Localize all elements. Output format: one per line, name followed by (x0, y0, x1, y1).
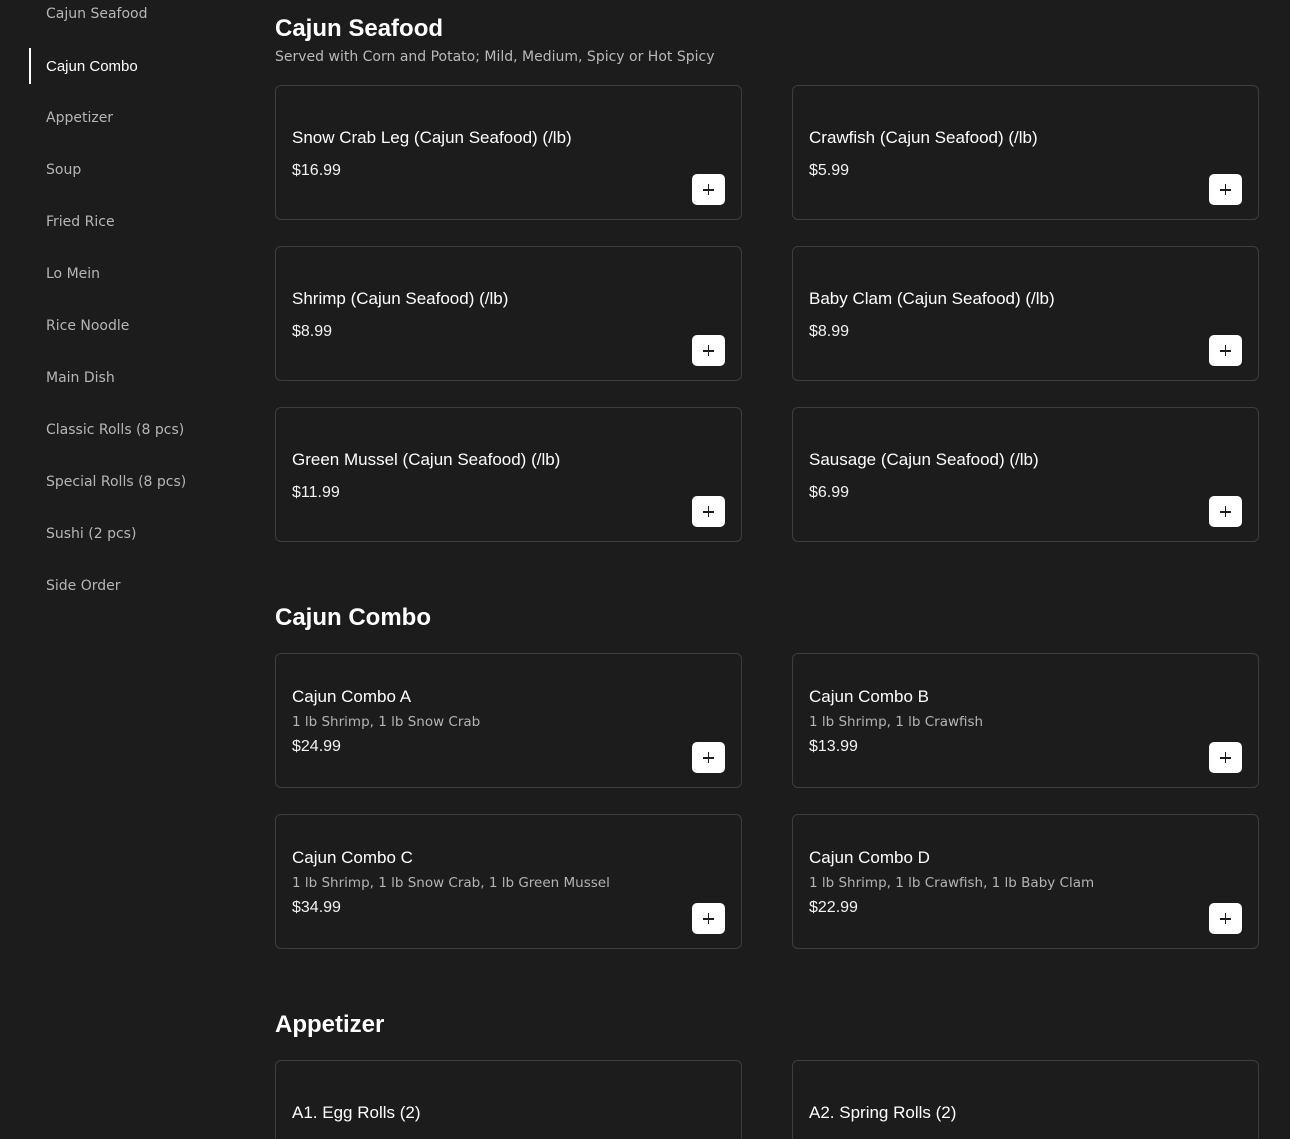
menu-item-card[interactable]: Cajun Combo D 1 lb Shrimp, 1 lb Crawfish… (792, 814, 1259, 949)
add-item-button[interactable] (1209, 903, 1242, 934)
menu-item-card[interactable]: Shrimp (Cajun Seafood) (/lb) $8.99 (275, 246, 742, 381)
menu-item-card[interactable]: Green Mussel (Cajun Seafood) (/lb) $11.9… (275, 407, 742, 542)
item-description: 1 lb Shrimp, 1 lb Snow Crab (292, 714, 481, 730)
item-description: 1 lb Shrimp, 1 lb Crawfish, 1 lb Baby Cl… (809, 875, 1095, 891)
item-name: Cajun Combo C (292, 848, 413, 867)
add-item-button[interactable] (692, 335, 725, 366)
add-item-button[interactable] (692, 903, 725, 934)
item-name: Green Mussel (Cajun Seafood) (/lb) (292, 450, 561, 469)
menu-item-card[interactable]: Crawfish (Cajun Seafood) (/lb) $5.99 (792, 85, 1259, 220)
menu-item-card[interactable]: Cajun Combo A 1 lb Shrimp, 1 lb Snow Cra… (275, 653, 742, 788)
plus-icon (703, 752, 714, 763)
item-description: 1 lb Shrimp, 1 lb Snow Crab, 1 lb Green … (292, 875, 610, 891)
item-name: Crawfish (Cajun Seafood) (/lb) (809, 128, 1038, 147)
item-price: $6.99 (809, 484, 850, 501)
item-name: Sausage (Cajun Seafood) (/lb) (809, 450, 1039, 469)
sidebar-item-side-order[interactable]: Side Order (29, 568, 186, 604)
item-name: Cajun Combo A (292, 687, 412, 706)
section-title: Cajun Combo (275, 604, 431, 631)
add-item-button[interactable] (1209, 174, 1242, 205)
plus-icon (1220, 184, 1231, 195)
sidebar-item-soup[interactable]: Soup (29, 152, 186, 188)
add-item-button[interactable] (1209, 742, 1242, 773)
item-price: $22.99 (809, 899, 858, 916)
add-item-button[interactable] (692, 496, 725, 527)
section-title: Appetizer (275, 1011, 385, 1038)
item-price: $24.99 (292, 738, 341, 755)
category-list: Cajun Seafood Cajun Combo Appetizer Soup… (29, 0, 186, 620)
item-description: 1 lb Shrimp, 1 lb Crawfish (809, 714, 984, 730)
item-price: $5.99 (809, 162, 850, 179)
plus-icon (703, 345, 714, 356)
sidebar-item-cajun-combo[interactable]: Cajun Combo (29, 48, 186, 84)
section-title: Cajun Seafood (275, 15, 444, 42)
plus-icon (703, 913, 714, 924)
sidebar-item-classic-rolls[interactable]: Classic Rolls (8 pcs) (29, 412, 186, 448)
sidebar-item-fried-rice[interactable]: Fried Rice (29, 204, 186, 240)
category-sidebar: Cajun Seafood Cajun Combo Appetizer Soup… (0, 0, 240, 1139)
menu-item-card[interactable]: Snow Crab Leg (Cajun Seafood) (/lb) $16.… (275, 85, 742, 220)
menu-item-card[interactable]: A1. Egg Rolls (2) (275, 1060, 742, 1139)
add-item-button[interactable] (692, 174, 725, 205)
plus-icon (1220, 752, 1231, 763)
sidebar-item-special-rolls[interactable]: Special Rolls (8 pcs) (29, 464, 186, 500)
menu-item-card[interactable]: A2. Spring Rolls (2) (792, 1060, 1259, 1139)
add-item-button[interactable] (1209, 496, 1242, 527)
item-name: Cajun Combo B (809, 687, 930, 706)
sidebar-item-main-dish[interactable]: Main Dish (29, 360, 186, 396)
sidebar-item-cajun-seafood[interactable]: Cajun Seafood (29, 0, 186, 32)
menu-item-card[interactable]: Cajun Combo B 1 lb Shrimp, 1 lb Crawfish… (792, 653, 1259, 788)
item-price: $13.99 (809, 738, 858, 755)
item-name: Cajun Combo D (809, 848, 930, 867)
add-item-button[interactable] (1209, 335, 1242, 366)
item-name: Baby Clam (Cajun Seafood) (/lb) (809, 289, 1055, 308)
section-subtitle: Served with Corn and Potato; Mild, Mediu… (275, 49, 715, 65)
item-price: $16.99 (292, 162, 341, 179)
item-price: $11.99 (292, 484, 340, 501)
menu-item-card[interactable]: Sausage (Cajun Seafood) (/lb) $6.99 (792, 407, 1259, 542)
item-name: Shrimp (Cajun Seafood) (/lb) (292, 289, 509, 308)
sidebar-item-appetizer[interactable]: Appetizer (29, 100, 186, 136)
item-name: Snow Crab Leg (Cajun Seafood) (/lb) (292, 128, 572, 147)
menu-item-card[interactable]: Cajun Combo C 1 lb Shrimp, 1 lb Snow Cra… (275, 814, 742, 949)
menu-page: Cajun Seafood Cajun Combo Appetizer Soup… (0, 0, 1290, 1139)
item-price: $8.99 (809, 323, 850, 340)
add-item-button[interactable] (692, 742, 725, 773)
sidebar-item-sushi[interactable]: Sushi (2 pcs) (29, 516, 186, 552)
plus-icon (703, 506, 714, 517)
menu-item-card[interactable]: Baby Clam (Cajun Seafood) (/lb) $8.99 (792, 246, 1259, 381)
plus-icon (1220, 913, 1231, 924)
item-price: $34.99 (292, 899, 341, 916)
plus-icon (703, 184, 714, 195)
plus-icon (1220, 345, 1231, 356)
sidebar-item-lo-mein[interactable]: Lo Mein (29, 256, 186, 292)
item-name: A2. Spring Rolls (2) (809, 1103, 957, 1122)
plus-icon (1220, 506, 1231, 517)
item-name: A1. Egg Rolls (2) (292, 1103, 421, 1122)
sidebar-item-rice-noodle[interactable]: Rice Noodle (29, 308, 186, 344)
item-price: $8.99 (292, 323, 333, 340)
